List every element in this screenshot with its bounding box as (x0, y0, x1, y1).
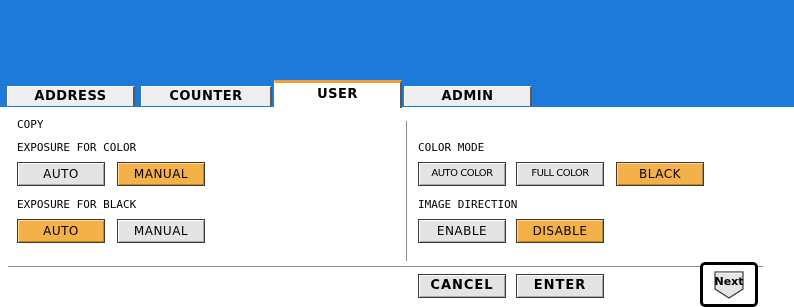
exposure-color-label: EXPOSURE FOR COLOR (17, 141, 137, 154)
header-bar (0, 0, 794, 79)
section-title: COPY (17, 118, 44, 131)
bottom-divider (8, 266, 763, 267)
next-button-frame: Next (700, 262, 758, 307)
tab-address[interactable]: ADDRESS (7, 86, 135, 106)
color-mode-label: COLOR MODE (418, 141, 485, 154)
next-button[interactable]: Next (713, 271, 745, 299)
column-divider (406, 121, 407, 261)
exposure-black-label: EXPOSURE FOR BLACK (17, 198, 137, 211)
exposure-black-manual-button[interactable]: MANUAL (117, 219, 205, 243)
exposure-black-auto-button[interactable]: AUTO (17, 219, 105, 243)
color-mode-black-button[interactable]: BLACK (616, 162, 704, 186)
exposure-color-auto-button[interactable]: AUTO (17, 162, 105, 186)
color-mode-auto-color-button[interactable]: AUTO COLOR (418, 162, 506, 186)
cancel-button[interactable]: CANCEL (418, 274, 506, 298)
next-button-label: Next (714, 275, 744, 288)
image-direction-disable-button[interactable]: DISABLE (516, 219, 604, 243)
image-direction-enable-button[interactable]: ENABLE (418, 219, 506, 243)
tab-counter[interactable]: COUNTER (141, 86, 272, 106)
tab-user[interactable]: USER (274, 80, 402, 108)
image-direction-label: IMAGE DIRECTION (418, 198, 518, 211)
color-mode-full-color-button[interactable]: FULL COLOR (516, 162, 604, 186)
tab-admin[interactable]: ADMIN (404, 86, 532, 106)
enter-button[interactable]: ENTER (516, 274, 604, 298)
exposure-color-manual-button[interactable]: MANUAL (117, 162, 205, 186)
